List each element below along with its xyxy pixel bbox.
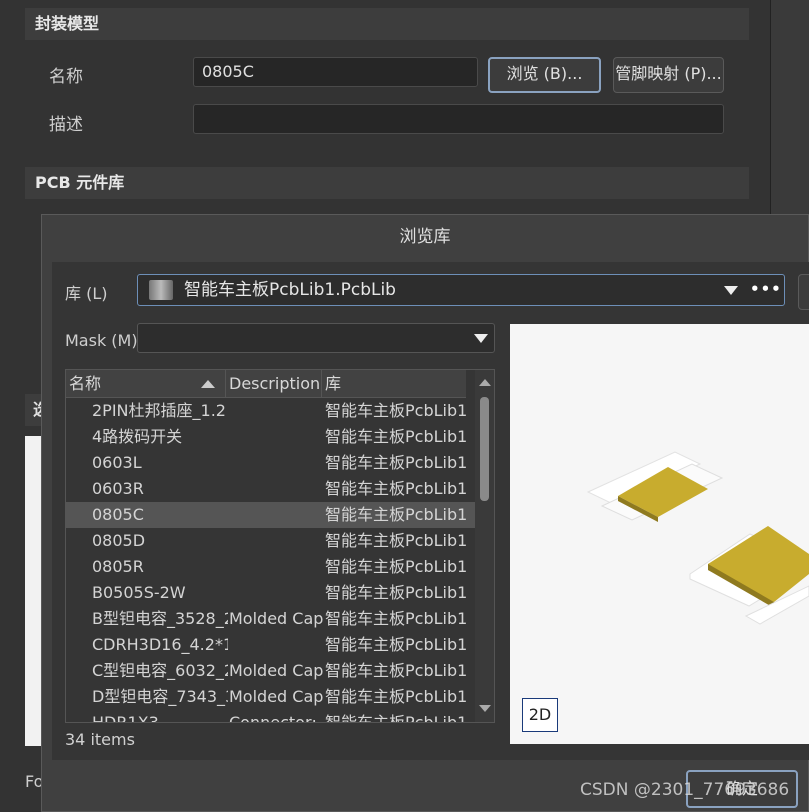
column-header-name-label: 名称 bbox=[69, 374, 102, 393]
table-row[interactable]: B型钽电容_3528_2 Molded Cap 智能车主板PcbLib1 bbox=[66, 606, 476, 632]
row-name: 2PIN杜邦插座_1.2 bbox=[92, 401, 226, 420]
right-panel-strip bbox=[770, 0, 809, 215]
table-row[interactable]: 4路拨码开关 智能车主板PcbLib1 bbox=[66, 424, 476, 450]
row-name: CDRH3D16_4.2*1. bbox=[92, 635, 228, 654]
row-library: 智能车主板PcbLib1 bbox=[325, 557, 468, 576]
footprint-3d-render bbox=[586, 451, 809, 625]
item-count: 34 items bbox=[65, 730, 135, 749]
column-header-description[interactable]: Description bbox=[226, 370, 322, 397]
row-name: 0805R bbox=[92, 557, 144, 576]
table-row[interactable]: 0805D 智能车主板PcbLib1 bbox=[66, 528, 476, 554]
row-name: D型钽电容_7343_3 bbox=[92, 687, 228, 706]
library-side-button[interactable] bbox=[798, 274, 809, 310]
list-header: 名称 Description 库 bbox=[66, 370, 466, 398]
pin-map-button-label: 管脚映射 (P)... bbox=[615, 64, 722, 83]
row-library: 智能车主板PcbLib1 bbox=[325, 635, 468, 654]
lib-label: 库 (L) bbox=[65, 284, 108, 303]
row-description: Molded Cap bbox=[229, 609, 323, 628]
table-row[interactable]: HDR1X3 Connector; I 智能车主板PcbLib1 bbox=[66, 710, 476, 723]
chevron-down-icon[interactable] bbox=[724, 286, 738, 295]
chevron-down-icon[interactable] bbox=[474, 334, 488, 343]
row-library: 智能车主板PcbLib1 bbox=[325, 713, 468, 723]
library-file-icon bbox=[149, 280, 173, 300]
row-library: 智能车主板PcbLib1 bbox=[325, 427, 468, 446]
dialog-title: 浏览库 bbox=[399, 227, 451, 247]
table-row[interactable]: 0603L 智能车主板PcbLib1 bbox=[66, 450, 476, 476]
footprint-preview[interactable] bbox=[510, 324, 809, 744]
row-library: 智能车主板PcbLib1 bbox=[325, 661, 468, 680]
column-header-name[interactable]: 名称 bbox=[66, 370, 226, 397]
row-name: 0603L bbox=[92, 453, 142, 472]
mask-label: Mask (M) bbox=[65, 331, 138, 350]
row-name: C型钽电容_6032_2 bbox=[92, 661, 228, 680]
row-library: 智能车主板PcbLib1 bbox=[325, 531, 468, 550]
column-header-library[interactable]: 库 bbox=[322, 370, 466, 397]
row-name: 0805D bbox=[92, 531, 146, 550]
table-row[interactable]: B0505S-2W 智能车主板PcbLib1 bbox=[66, 580, 476, 606]
library-combo[interactable]: 智能车主板PcbLib1.PcbLib ••• bbox=[137, 274, 785, 306]
name-label: 名称 bbox=[49, 67, 83, 87]
row-name: 0805C bbox=[92, 505, 144, 524]
name-field[interactable]: 0805C bbox=[193, 57, 478, 87]
row-library: 智能车主板PcbLib1 bbox=[325, 687, 468, 706]
row-description: Molded Cap bbox=[229, 687, 323, 706]
list-scrollbar[interactable] bbox=[475, 370, 494, 722]
sort-asc-icon bbox=[201, 380, 215, 388]
footprint-section-header: 封装模型 bbox=[25, 8, 749, 40]
table-row[interactable]: D型钽电容_7343_3 Molded Cap 智能车主板PcbLib1 bbox=[66, 684, 476, 710]
scroll-thumb[interactable] bbox=[480, 397, 489, 501]
row-library: 智能车主板PcbLib1 bbox=[325, 583, 468, 602]
row-library: 智能车主板PcbLib1 bbox=[325, 479, 468, 498]
footprint-list[interactable]: 名称 Description 库 2PIN杜邦插座_1.2 智能车主板PcbLib… bbox=[65, 369, 495, 723]
browse-button-label: 浏览 (B)... bbox=[506, 64, 583, 83]
watermark: CSDN @2301_77693686 bbox=[580, 780, 790, 800]
row-library: 智能车主板PcbLib1 bbox=[325, 505, 468, 524]
table-row[interactable]: 0805R 智能车主板PcbLib1 bbox=[66, 554, 476, 580]
row-name: 4路拨码开关 bbox=[92, 427, 183, 446]
row-library: 智能车主板PcbLib1 bbox=[325, 453, 468, 472]
desc-field[interactable] bbox=[193, 104, 724, 134]
partial-preview-area bbox=[25, 436, 41, 746]
pin-map-button[interactable]: 管脚映射 (P)... bbox=[613, 57, 724, 93]
table-row[interactable]: 0603R 智能车主板PcbLib1 bbox=[66, 476, 476, 502]
row-name: B型钽电容_3528_2 bbox=[92, 609, 228, 628]
row-name: B0505S-2W bbox=[92, 583, 186, 602]
row-description: Molded Cap bbox=[229, 661, 323, 680]
mask-combo[interactable] bbox=[137, 323, 495, 353]
pcb-lib-section-header: PCB 元件库 bbox=[25, 167, 749, 199]
scroll-down-icon[interactable] bbox=[479, 705, 491, 712]
scroll-up-icon[interactable] bbox=[479, 379, 491, 386]
row-name: HDR1X3 bbox=[92, 713, 159, 723]
table-row[interactable]: CDRH3D16_4.2*1. 智能车主板PcbLib1 bbox=[66, 632, 476, 658]
row-library: 智能车主板PcbLib1 bbox=[325, 609, 468, 628]
browse-button[interactable]: 浏览 (B)... bbox=[488, 57, 601, 93]
table-row[interactable]: 2PIN杜邦插座_1.2 智能车主板PcbLib1 bbox=[66, 398, 476, 424]
desc-label: 描述 bbox=[49, 115, 83, 135]
row-description: Connector; I bbox=[229, 713, 323, 723]
row-name: 0603R bbox=[92, 479, 144, 498]
library-value: 智能车主板PcbLib1.PcbLib bbox=[184, 280, 396, 300]
more-options-icon[interactable]: ••• bbox=[750, 275, 782, 303]
table-row[interactable]: C型钽电容_6032_2 Molded Cap 智能车主板PcbLib1 bbox=[66, 658, 476, 684]
view-2d-button[interactable]: 2D bbox=[522, 698, 558, 732]
table-row[interactable]: 0805C 智能车主板PcbLib1 bbox=[66, 502, 476, 528]
row-library: 智能车主板PcbLib1 bbox=[325, 401, 468, 420]
